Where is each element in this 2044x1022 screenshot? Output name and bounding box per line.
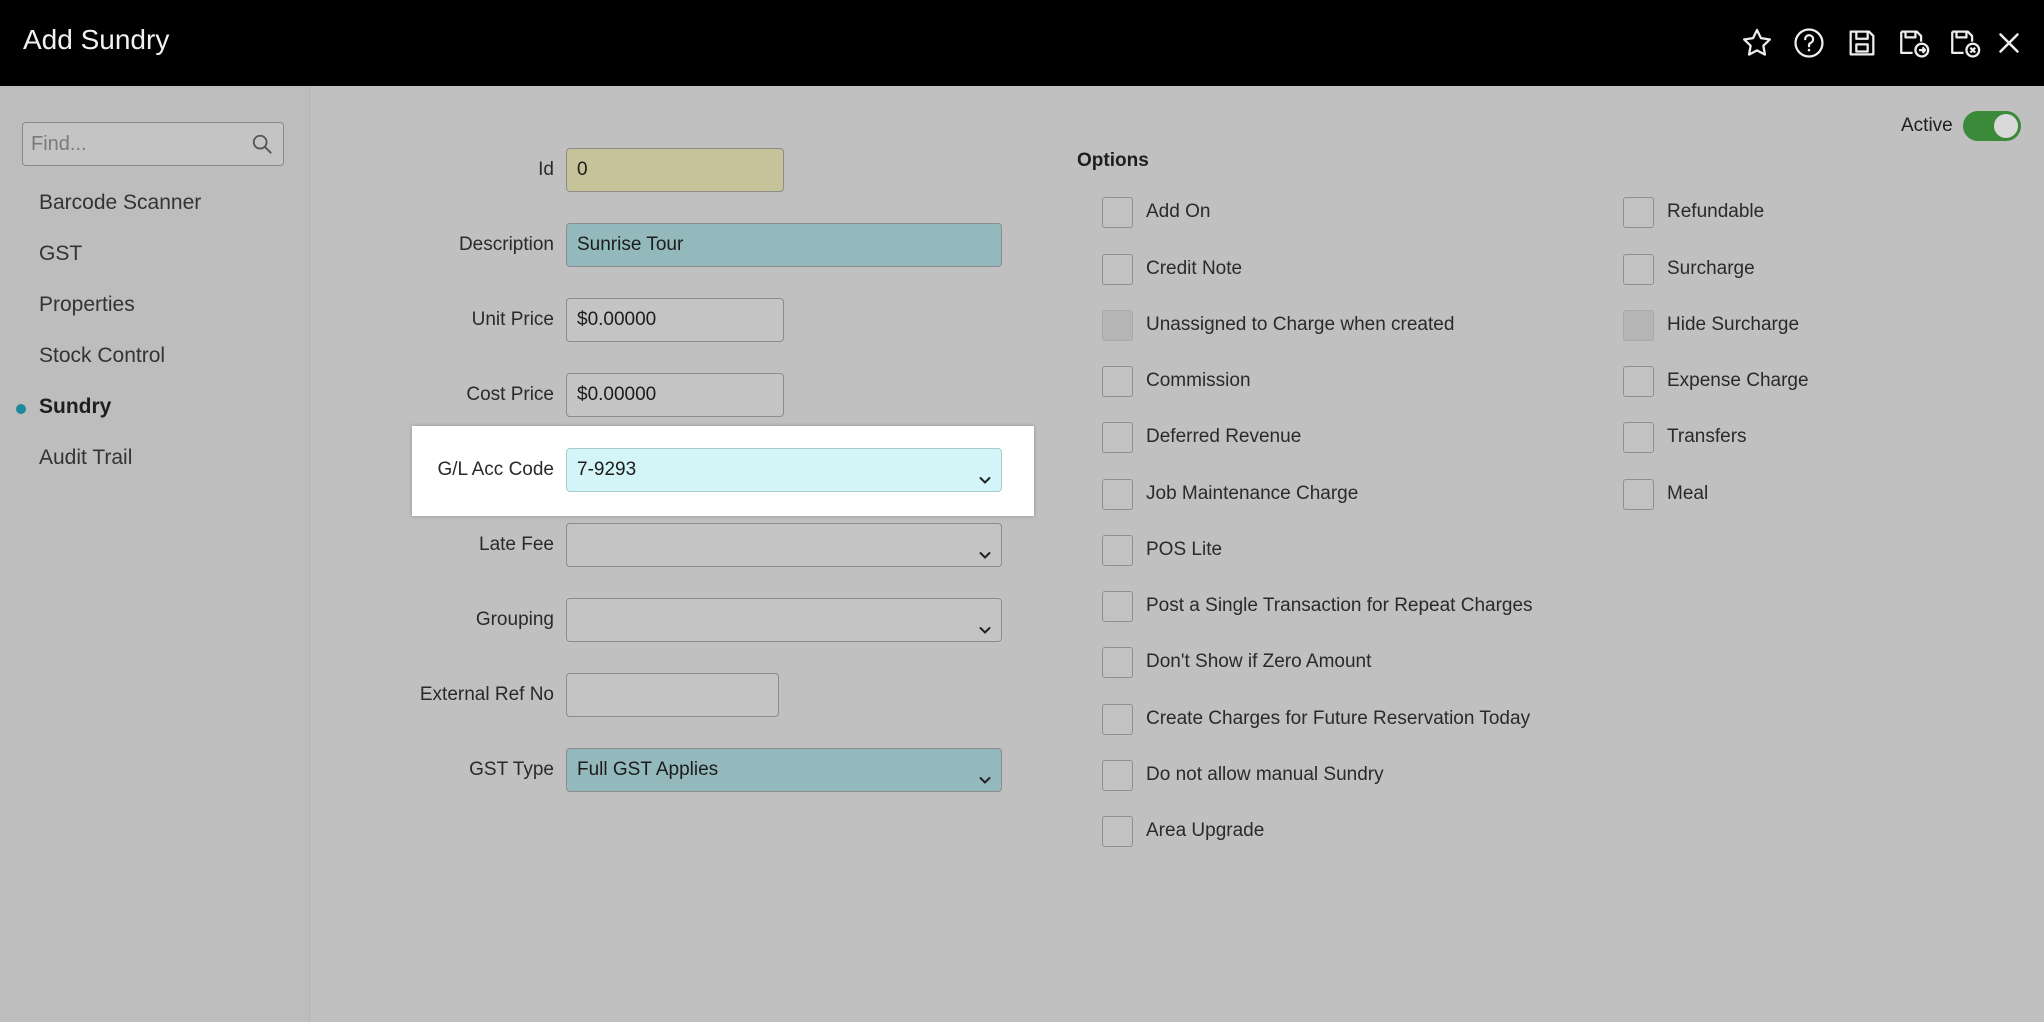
external-ref-label: External Ref No: [419, 684, 554, 705]
late-fee-select[interactable]: [566, 523, 1002, 567]
sidebar-item-properties[interactable]: Properties: [39, 293, 135, 317]
chevron-down-icon: [977, 762, 993, 784]
credit-note-checkbox[interactable]: [1102, 254, 1133, 285]
dont-show-if-zero-label: Don't Show if Zero Amount: [1146, 651, 1372, 672]
hide-surcharge-label: Hide Surcharge: [1667, 314, 1800, 335]
title-bar: Add Sundry: [0, 0, 2044, 86]
description-label: Description: [458, 234, 554, 255]
pos-lite-checkbox[interactable]: [1102, 535, 1133, 566]
expense-charge-checkbox[interactable]: [1623, 366, 1654, 397]
active-label: Active: [1901, 115, 1953, 136]
sidebar-item-stock-control[interactable]: Stock Control: [39, 344, 165, 368]
late-fee-label: Late Fee: [479, 534, 554, 555]
cost-price-field[interactable]: $0.00000: [566, 373, 784, 417]
save-and-close-icon[interactable]: [1948, 26, 1982, 60]
commission-checkbox[interactable]: [1102, 366, 1133, 397]
gst-type-value: Full GST Applies: [577, 759, 719, 780]
unit-price-field[interactable]: $0.00000: [566, 298, 784, 342]
grouping-label: Grouping: [475, 609, 554, 630]
sidebar: Barcode Scanner GST Properties Stock Con…: [0, 86, 310, 1022]
sidebar-item-audit-trail[interactable]: Audit Trail: [39, 446, 132, 470]
post-single-transaction-label: Post a Single Transaction for Repeat Cha…: [1146, 595, 1533, 616]
gst-type-label: GST Type: [469, 759, 554, 780]
deferred-revenue-checkbox[interactable]: [1102, 422, 1133, 453]
dont-show-if-zero-checkbox[interactable]: [1102, 647, 1133, 678]
id-label: Id: [538, 159, 554, 180]
description-field[interactable]: Sunrise Tour: [566, 223, 1002, 267]
area-upgrade-checkbox[interactable]: [1102, 816, 1133, 847]
sidebar-item-barcode-scanner[interactable]: Barcode Scanner: [39, 191, 201, 215]
grouping-select[interactable]: [566, 598, 1002, 642]
pos-lite-label: POS Lite: [1146, 539, 1223, 560]
no-manual-sundry-label: Do not allow manual Sundry: [1146, 764, 1384, 785]
job-maintenance-charge-checkbox[interactable]: [1102, 479, 1133, 510]
sidebar-item-gst[interactable]: GST: [39, 242, 82, 266]
gl-acc-code-label: G/L Acc Code: [437, 459, 554, 480]
toggle-knob: [1994, 114, 2018, 138]
options-title: Options: [1077, 150, 1149, 171]
expense-charge-label: Expense Charge: [1667, 370, 1809, 391]
save-and-go-icon[interactable]: [1897, 26, 1931, 60]
star-icon[interactable]: [1740, 26, 1774, 60]
create-charges-future-label: Create Charges for Future Reservation To…: [1146, 708, 1531, 729]
refundable-checkbox[interactable]: [1623, 197, 1654, 228]
unassigned-to-charge-checkbox: [1102, 310, 1133, 341]
id-field[interactable]: 0: [566, 148, 784, 192]
meal-checkbox[interactable]: [1623, 479, 1654, 510]
job-maintenance-charge-label: Job Maintenance Charge: [1146, 483, 1359, 504]
active-toggle[interactable]: [1963, 111, 2021, 141]
post-single-transaction-checkbox[interactable]: [1102, 591, 1133, 622]
chevron-down-icon: [977, 537, 993, 559]
external-ref-field[interactable]: [566, 673, 779, 717]
sidebar-item-sundry[interactable]: Sundry: [39, 395, 111, 419]
gl-acc-code-value: 7-9293: [577, 459, 637, 480]
chevron-down-icon: [977, 462, 993, 484]
unassigned-to-charge-label: Unassigned to Charge when created: [1146, 314, 1455, 335]
create-charges-future-checkbox[interactable]: [1102, 704, 1133, 735]
credit-note-label: Credit Note: [1146, 258, 1243, 279]
surcharge-label: Surcharge: [1667, 258, 1755, 279]
meal-label: Meal: [1667, 483, 1709, 504]
add-on-checkbox[interactable]: [1102, 197, 1133, 228]
area-upgrade-label: Area Upgrade: [1146, 820, 1265, 841]
unit-price-label: Unit Price: [471, 309, 554, 330]
deferred-revenue-label: Deferred Revenue: [1146, 426, 1302, 447]
gst-type-select[interactable]: Full GST Applies: [566, 748, 1002, 792]
surcharge-checkbox[interactable]: [1623, 254, 1654, 285]
help-icon[interactable]: [1792, 26, 1826, 60]
search-box: [22, 122, 284, 166]
transfers-checkbox[interactable]: [1623, 422, 1654, 453]
gl-acc-code-select[interactable]: 7-9293: [566, 448, 1002, 492]
add-on-label: Add On: [1146, 201, 1211, 222]
refundable-label: Refundable: [1667, 201, 1765, 222]
transfers-label: Transfers: [1667, 426, 1747, 447]
search-input[interactable]: [23, 123, 243, 165]
commission-label: Commission: [1146, 370, 1251, 391]
no-manual-sundry-checkbox[interactable]: [1102, 760, 1133, 791]
cost-price-label: Cost Price: [466, 384, 554, 405]
search-icon[interactable]: [251, 133, 273, 155]
close-icon[interactable]: [1992, 26, 2026, 60]
chevron-down-icon: [977, 612, 993, 634]
window-title: Add Sundry: [23, 24, 170, 55]
active-indicator-dot: [16, 404, 26, 414]
hide-surcharge-checkbox: [1623, 310, 1654, 341]
save-icon[interactable]: [1845, 26, 1879, 60]
